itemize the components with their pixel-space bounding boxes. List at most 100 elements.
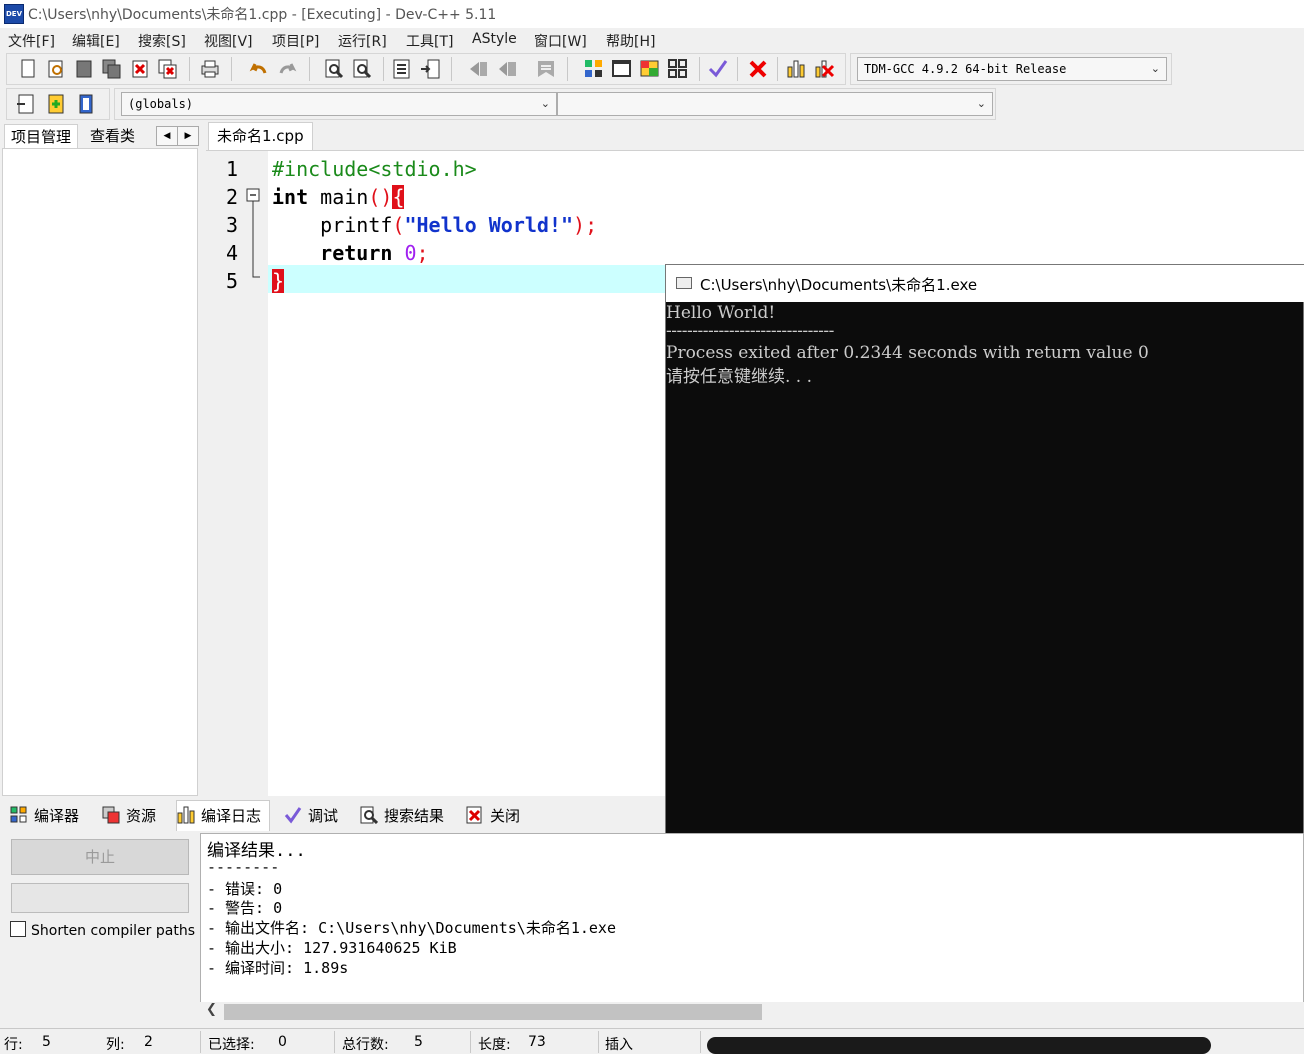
- menu-edit[interactable]: 编辑[E]: [72, 31, 120, 51]
- status-insert-mode: 插入: [605, 1037, 633, 1053]
- save-icon[interactable]: [73, 58, 95, 80]
- console-line: 请按任意键继续. . .: [666, 367, 813, 387]
- scrollbar-thumb[interactable]: [224, 1004, 762, 1020]
- toggle-bookmark-icon[interactable]: [419, 58, 441, 80]
- scroll-left-icon[interactable]: ❮: [206, 1002, 217, 1017]
- tab-project-manager[interactable]: 项目管理: [4, 124, 79, 149]
- replace-icon[interactable]: [351, 58, 373, 80]
- shorten-compiler-paths-checkbox[interactable]: Shorten compiler paths: [10, 921, 195, 939]
- goto-line-icon[interactable]: [391, 58, 413, 80]
- line-number: 3: [226, 213, 239, 237]
- tab-search-results[interactable]: 搜索结果: [360, 804, 444, 828]
- redo-icon[interactable]: [277, 58, 299, 80]
- editor-tab[interactable]: 未命名1.cpp: [208, 122, 313, 150]
- checkbox-box[interactable]: [10, 921, 26, 937]
- console-title: C:\Users\nhy\Documents\未命名1.exe: [700, 276, 978, 294]
- tab-resources[interactable]: 资源: [102, 804, 156, 828]
- menu-file[interactable]: 文件[F]: [8, 31, 55, 51]
- abort-compilation-button[interactable]: 中止: [11, 839, 189, 875]
- code-line-2: int main(){: [272, 185, 405, 209]
- delete-profile-icon[interactable]: [813, 58, 835, 80]
- compile-progress-bar: [11, 883, 189, 913]
- undo-icon[interactable]: [247, 58, 269, 80]
- tab-compile-log-label: 编译日志: [201, 807, 262, 825]
- line-number: 2: [226, 185, 239, 209]
- close-file-icon[interactable]: [129, 58, 151, 80]
- menu-window[interactable]: 窗口[W]: [534, 31, 587, 51]
- tab-debug[interactable]: 调试: [284, 804, 338, 828]
- check-syntax-icon[interactable]: [707, 58, 729, 80]
- menu-run[interactable]: 运行[R]: [338, 31, 387, 51]
- console-title-bar[interactable]: C:\Users\nhy\Documents\未命名1.exe: [666, 265, 1304, 302]
- compiler-grid-icon: [10, 806, 28, 824]
- code-line-3: printf("Hello World!");: [272, 213, 598, 237]
- menu-astyle[interactable]: AStyle: [472, 31, 517, 47]
- tab-compile-log[interactable]: 编译日志: [176, 800, 271, 831]
- code-line-5: }: [272, 269, 285, 293]
- fold-minus-icon[interactable]: [246, 187, 262, 287]
- console-window[interactable]: C:\Users\nhy\Documents\未命名1.exe Hello Wo…: [665, 264, 1304, 903]
- tab-class-browser[interactable]: 查看类: [84, 124, 141, 148]
- indent-left-icon[interactable]: [467, 58, 489, 80]
- print-icon[interactable]: [199, 58, 221, 80]
- log-horizontal-scrollbar[interactable]: ❮: [200, 1002, 1304, 1022]
- window-icon[interactable]: [611, 58, 633, 80]
- insert-icon[interactable]: [15, 93, 37, 115]
- new-file-icon[interactable]: [17, 58, 39, 80]
- status-length-value: 73: [528, 1034, 546, 1050]
- layout-tile-icon[interactable]: [583, 58, 605, 80]
- tab-close-label: 关闭: [490, 807, 521, 825]
- compiler-select-value: TDM-GCC 4.9.2 64-bit Release: [864, 62, 1067, 76]
- tab-scroll-left-icon[interactable]: ◀: [156, 126, 178, 146]
- find-icon[interactable]: [323, 58, 345, 80]
- compiler-toolbar: TDM-GCC 4.9.2 64-bit Release ⌄: [850, 53, 1172, 85]
- tab-close[interactable]: 关闭: [466, 804, 520, 828]
- stop-execution-icon[interactable]: [747, 58, 769, 80]
- grid-icon[interactable]: [667, 58, 689, 80]
- scope-select[interactable]: (globals) ⌄: [121, 92, 557, 116]
- status-selected-label: 已选择:: [208, 1037, 255, 1053]
- tab-compiler[interactable]: 编译器: [10, 804, 79, 828]
- status-length-label: 长度:: [478, 1037, 511, 1053]
- menu-tools[interactable]: 工具[T]: [406, 31, 453, 51]
- tab-resources-label: 资源: [126, 807, 157, 825]
- title-bar: DEV C:\Users\nhy\Documents\未命名1.cpp - [E…: [0, 0, 1304, 28]
- compiler-select[interactable]: TDM-GCC 4.9.2 64-bit Release ⌄: [857, 57, 1167, 81]
- close-all-icon[interactable]: [157, 58, 179, 80]
- colored-window-icon[interactable]: [639, 58, 661, 80]
- console-icon: [676, 277, 692, 289]
- symbol-select[interactable]: ⌄: [557, 92, 993, 116]
- tab-compiler-label: 编译器: [34, 807, 80, 825]
- save-all-icon[interactable]: [101, 58, 123, 80]
- log-line: - 编译时间: 1.89s: [207, 959, 349, 977]
- project-panel[interactable]: [2, 148, 198, 796]
- log-line: - 错误: 0: [207, 880, 283, 898]
- line-number: 5: [226, 269, 239, 293]
- comment-icon[interactable]: [535, 58, 557, 80]
- toggle-icon[interactable]: [45, 93, 67, 115]
- status-total-lines-label: 总行数:: [342, 1037, 389, 1053]
- menu-view[interactable]: 视图[V]: [204, 31, 253, 51]
- indent-right-icon[interactable]: [497, 58, 519, 80]
- console-line: Process exited after 0.2344 seconds with…: [666, 343, 1149, 363]
- compile-log[interactable]: 编译结果... -------- - 错误: 0 - 警告: 0 - 输出文件名…: [200, 833, 1304, 1020]
- status-row-label: 行:: [4, 1037, 23, 1053]
- menu-search[interactable]: 搜索[S]: [138, 31, 186, 51]
- open-file-icon[interactable]: [45, 58, 67, 80]
- scope-select-value: (globals): [128, 97, 194, 111]
- shorten-compiler-paths-label: Shorten compiler paths: [31, 923, 196, 939]
- console-line: --------------------------------: [666, 321, 834, 341]
- profile-chart-icon[interactable]: [785, 58, 807, 80]
- tab-scroll-right-icon[interactable]: ▶: [177, 126, 199, 146]
- app-icon: DEV: [4, 4, 24, 24]
- log-line: --------: [207, 858, 280, 876]
- status-col-value: 2: [144, 1034, 153, 1050]
- search-results-icon: [360, 806, 379, 825]
- code-line-1: #include<stdio.h>: [272, 157, 477, 181]
- status-overlay-bar: [707, 1037, 1211, 1054]
- main-toolbar: [6, 53, 846, 85]
- line-number: 4: [226, 241, 239, 265]
- menu-help[interactable]: 帮助[H]: [606, 31, 655, 51]
- menu-project[interactable]: 项目[P]: [272, 31, 319, 51]
- goto-icon[interactable]: [75, 93, 97, 115]
